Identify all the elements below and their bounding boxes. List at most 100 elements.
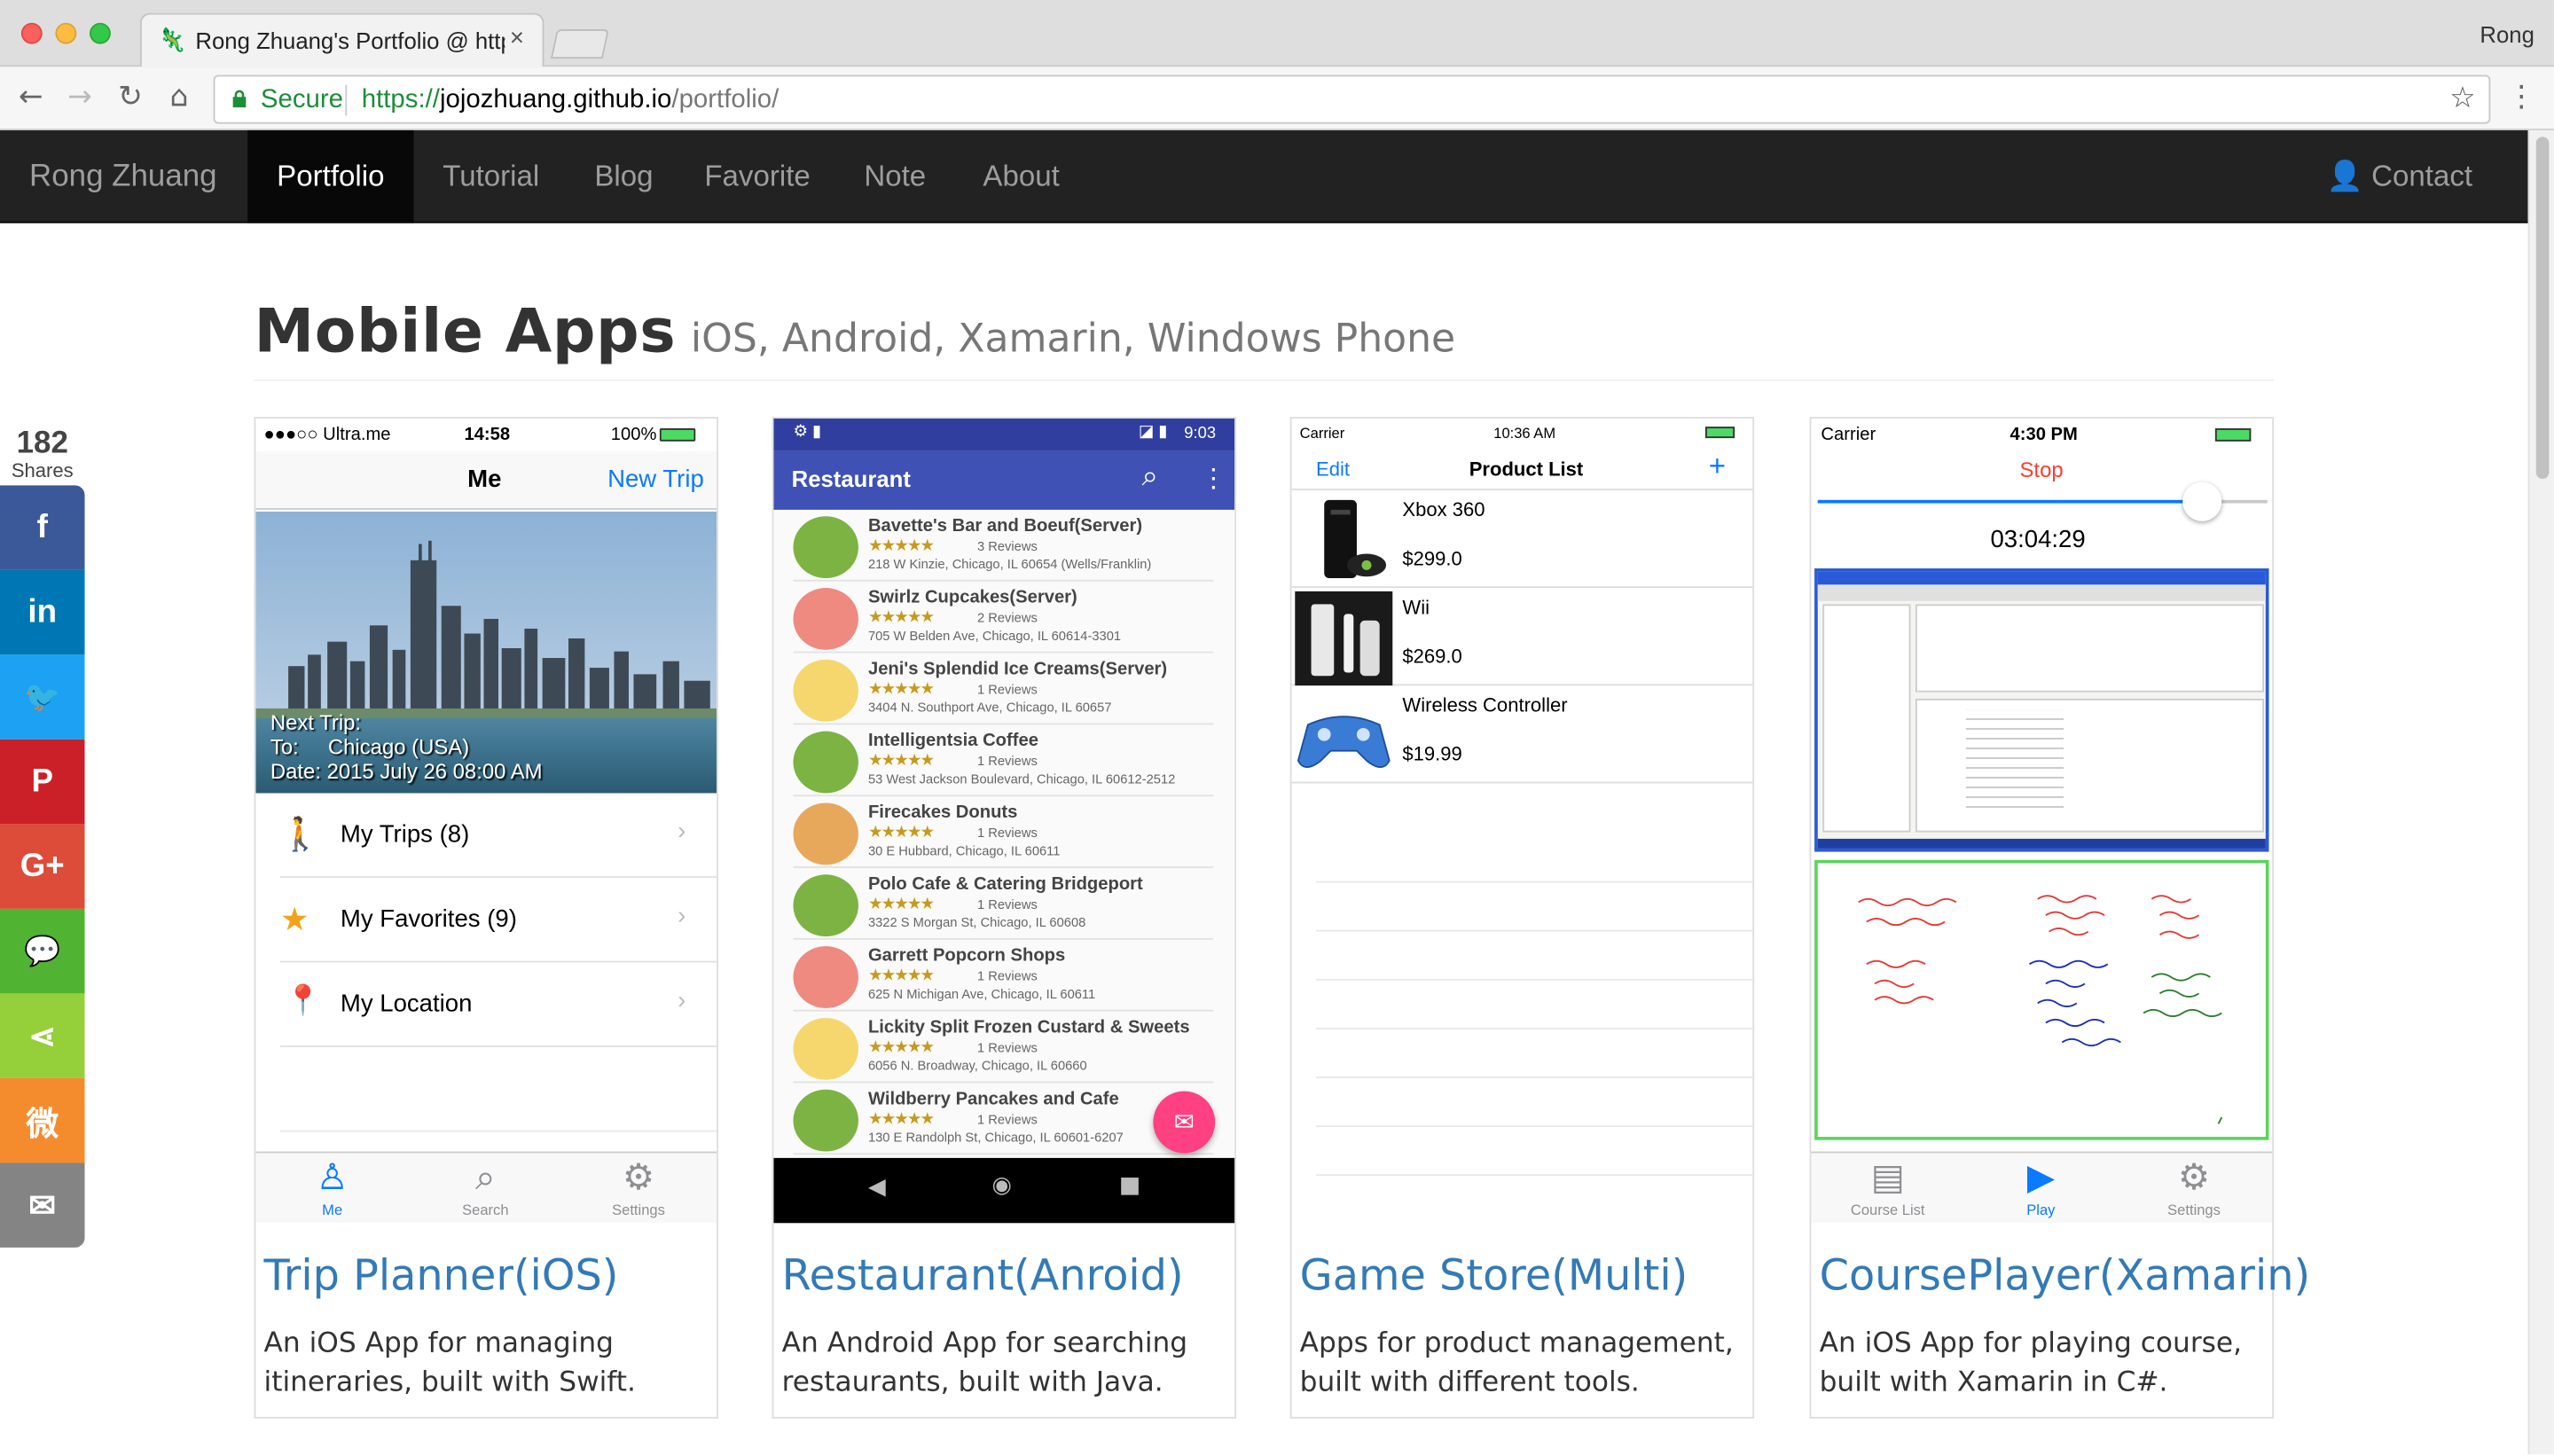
nav-item-blog[interactable]: Blog [568, 130, 679, 223]
tab-settings[interactable]: ⚙ Settings [562, 1153, 716, 1218]
status-bar: Carrier 10:36 AM [1292, 419, 1753, 451]
product-row-wii[interactable]: Wii $269.0 [1291, 588, 1753, 686]
restaurant-list-item[interactable]: Swirlz Cupcakes(Server) ★★★★★ 2 Reviews 705… [793, 582, 1214, 654]
edit-button[interactable]: Edit [1316, 458, 1350, 481]
lock-icon [232, 90, 247, 108]
chevron-right-icon: › [678, 818, 686, 846]
tab-play[interactable]: ▶ Play [1964, 1153, 2118, 1218]
search-icon[interactable]: ⌕ [1142, 459, 1159, 494]
email-share-button[interactable]: ✉ [0, 1162, 85, 1248]
add-button[interactable]: + [1709, 450, 1726, 484]
address-bar[interactable]: Secure https://jojozhuang.github.io/port… [213, 74, 2491, 124]
facebook-share-button[interactable]: f [0, 485, 85, 570]
url-text[interactable]: https://jojozhuang.github.io/portfolio/ [362, 86, 780, 115]
browser-tab[interactable]: 🦎 Rong Zhuang's Portfolio @ https://jojo… [139, 12, 544, 67]
section-heading: Mobile Apps iOS, Android, Xamarin, Windo… [254, 296, 2275, 381]
home-icon[interactable]: ⌂ [161, 80, 197, 115]
project-title[interactable]: CoursePlayer(Xamarin) [1820, 1252, 2311, 1301]
back-arrow-icon[interactable]: ← [13, 80, 49, 115]
product-row-controller[interactable]: Wireless Controller $19.99 [1291, 685, 1753, 784]
star-icon: ★ [279, 902, 309, 938]
location-pin-icon: 📍 [285, 983, 322, 1017]
forward-arrow-icon[interactable]: → [62, 80, 98, 115]
rating-stars-icon: ★★★★★ [867, 1038, 935, 1058]
product-row-xbox[interactable]: Xbox 360 $299.0 [1291, 490, 1753, 589]
product-name: Xbox 360 [1402, 498, 1485, 521]
restaurant-list-item[interactable]: Intelligentsia Coffee ★★★★★ 1 Reviews 53 We… [793, 724, 1214, 797]
list-row-my-location[interactable]: 📍 My Location › [279, 962, 717, 1047]
list-row-my-favorites[interactable]: ★ My Favorites (9) › [279, 878, 717, 963]
stop-button[interactable]: Stop [2020, 458, 2064, 482]
restaurant-list-item[interactable]: Firecakes Donuts ★★★★★ 1 Reviews 30 E Hubba… [793, 796, 1214, 868]
project-card-restaurant[interactable]: ⚙ ▮ ◪ ▮ 9:03 Restaurant ⌕ ⋮ Bavette's Ba… [772, 417, 1237, 1419]
nav-item-portfolio[interactable]: Portfolio [247, 129, 414, 223]
restaurant-name: Jeni's Splendid Ice Creams(Server) [867, 659, 1168, 679]
recents-square-icon[interactable]: ■ [1119, 1172, 1140, 1198]
empty-row-divider [1316, 1174, 1753, 1177]
tab-search[interactable]: ⌕ Search [409, 1153, 562, 1218]
close-window-button[interactable] [20, 22, 43, 44]
battery-icon [2214, 428, 2252, 442]
new-tab-button[interactable] [550, 29, 609, 59]
new-trip-button[interactable]: New Trip [607, 466, 704, 493]
home-circle-icon[interactable]: ◉ [992, 1172, 1012, 1198]
next-trip-date: Date: 2015 July 26 08:00 AM [270, 758, 543, 784]
android-status-bar: ⚙ ▮ ◪ ▮ 9:03 [773, 419, 1235, 451]
share-share-button[interactable]: ⋖ [0, 993, 85, 1078]
scrollbar-thumb[interactable] [2535, 137, 2550, 479]
nav-item-favorite[interactable]: Favorite [679, 130, 835, 223]
twitter-share-button[interactable]: 🐦 [0, 654, 85, 740]
project-description: An iOS App for managing itineraries, bui… [263, 1327, 636, 1399]
review-count: 2 Reviews [977, 610, 1038, 626]
tab-settings[interactable]: ⚙ Settings [2118, 1153, 2271, 1218]
linkedin-icon: in [27, 593, 58, 630]
project-title[interactable]: Trip Planner(iOS) [264, 1252, 619, 1301]
site-brand[interactable]: Rong Zhuang [29, 160, 217, 195]
googleplus-share-button[interactable]: G+ [0, 824, 85, 909]
progress-slider-track[interactable] [1817, 481, 2268, 521]
restaurant-list-item[interactable]: Bavette's Bar and Boeuf(Server) ★★★★★ 3 Re… [793, 510, 1214, 582]
list-row-my-trips[interactable]: 🚶 My Trips (8) › [279, 793, 717, 878]
user-icon: 👤 [2326, 159, 2363, 192]
project-title[interactable]: Game Store(Multi) [1300, 1252, 1688, 1301]
restaurant-list-item[interactable]: Wildberry Pancakes and Cafe ★★★★★ 1 Review… [793, 1083, 1214, 1155]
tab-course-list[interactable]: ▤ Course List [1811, 1153, 1964, 1218]
product-name: Wireless Controller [1402, 693, 1568, 717]
wechat-share-button[interactable]: 💬 [0, 908, 85, 994]
tab-me[interactable]: ♙ Me [255, 1153, 409, 1218]
project-card-courseplayer[interactable]: Carrier 4:30 PM Stop 03:04:29 ▤ Course L… [1809, 417, 2310, 1419]
tab-label: Settings [2167, 1202, 2221, 1218]
pinterest-share-button[interactable]: P [0, 739, 85, 825]
overflow-menu-icon[interactable]: ⋮ [1201, 463, 1226, 496]
restaurant-list-item[interactable]: Jeni's Splendid Ice Creams(Server) ★★★★★ 1… [793, 654, 1214, 725]
carrier-text: Carrier [1821, 425, 1876, 445]
menu-kebab-icon[interactable]: ⋮ [2503, 80, 2539, 115]
bookmark-star-icon[interactable]: ☆ [2449, 82, 2476, 116]
project-title[interactable]: Restaurant(Anroid) [782, 1252, 1184, 1301]
project-card-game-store[interactable]: Carrier 10:36 AM Edit Product List + Xbo… [1289, 417, 1755, 1419]
weibo-share-button[interactable]: 微 [0, 1077, 85, 1163]
nav-item-note[interactable]: Note [835, 130, 954, 223]
video-frame-database-console [1814, 568, 2269, 852]
restaurant-list-item[interactable]: Polo Cafe & Catering Bridgeport ★★★★★ 1 Re… [793, 868, 1214, 940]
restaurant-list-item[interactable]: Garrett Popcorn Shops ★★★★★ 1 Reviews 625 N… [793, 940, 1214, 1012]
minimize-window-button[interactable] [55, 22, 77, 44]
project-card-trip-planner[interactable]: ●●●○○ Ultra.me 14:58 100% Me New Trip Ne… [254, 417, 718, 1419]
maximize-window-button[interactable] [90, 22, 111, 44]
clock-text: 9:03 [1184, 425, 1217, 443]
back-triangle-icon[interactable]: ◀ [868, 1174, 886, 1200]
nav-item-tutorial[interactable]: Tutorial [414, 130, 568, 223]
tab-close-icon[interactable]: × [510, 25, 524, 52]
restaurant-list-item[interactable]: Lickity Split Frozen Custard & Sweets ★★★… [793, 1012, 1214, 1084]
nav-item-about[interactable]: About [954, 130, 1088, 223]
gear-icon: ⚙ [2177, 1156, 2211, 1197]
empty-row-divider [1316, 929, 1753, 932]
reload-icon[interactable]: ↻ [113, 80, 148, 115]
page-scrollbar[interactable] [2527, 129, 2554, 1455]
linkedin-share-button[interactable]: in [0, 569, 85, 655]
progress-slider-thumb[interactable] [2182, 481, 2222, 521]
profile-user-name[interactable]: Rong [2480, 21, 2534, 47]
contact-link[interactable]: 👤 Contact [2327, 130, 2472, 223]
next-trip-destination: To: Chicago (USA) [270, 734, 470, 759]
email-fab-button[interactable]: ✉ [1153, 1091, 1216, 1154]
